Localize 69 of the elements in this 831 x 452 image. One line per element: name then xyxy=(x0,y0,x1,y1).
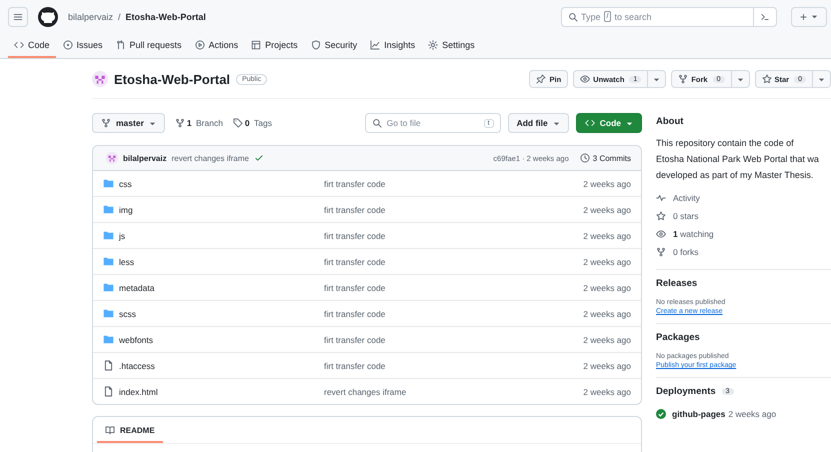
commit-time: 2 weeks ago xyxy=(583,282,631,292)
commit-message[interactable]: firt transfer code xyxy=(324,282,386,292)
stat-text: 0 forks xyxy=(673,247,699,257)
file-name[interactable]: metadata xyxy=(119,282,324,292)
commit-message[interactable]: firt transfer code xyxy=(324,204,386,214)
deployment-time: 2 weeks ago xyxy=(728,409,776,419)
search-placeholder: Type xyxy=(581,12,601,22)
stat-link[interactable]: 0 forks xyxy=(656,243,831,261)
stat-link[interactable]: Activity xyxy=(656,189,831,207)
commit-time: 2 weeks ago xyxy=(583,204,631,214)
description-line: Etosha National Park Web Portal that wa xyxy=(656,153,820,166)
commit-time: 2 weeks ago xyxy=(583,308,631,318)
repo-tab[interactable]: Settings xyxy=(422,33,481,58)
file-name[interactable]: scss xyxy=(119,308,324,318)
section-title: Deployments xyxy=(656,386,716,397)
commit-message[interactable]: firt transfer code xyxy=(324,308,386,318)
file-name[interactable]: js xyxy=(119,230,324,240)
commit-time: 2 weeks ago xyxy=(583,230,631,240)
description-line: This repository contain the code of xyxy=(656,137,795,150)
repo-tab[interactable]: Security xyxy=(304,33,364,58)
create-button[interactable]: + xyxy=(791,6,827,26)
commit-message[interactable]: revert changes iframe xyxy=(172,154,249,162)
commit-message[interactable]: firt transfer code xyxy=(324,230,386,240)
file-name[interactable]: .htaccess xyxy=(119,360,324,370)
section-title: Releases xyxy=(656,278,698,289)
commit-message[interactable]: firt transfer code xyxy=(324,334,386,344)
commit-author[interactable]: bilalpervaiz xyxy=(123,154,167,162)
deployment-link[interactable]: github-pages xyxy=(672,409,726,419)
section-title: Packages xyxy=(656,332,701,343)
branch-selector[interactable]: master xyxy=(92,113,165,133)
file-name[interactable]: img xyxy=(119,204,324,214)
stat-text: 0 stars xyxy=(673,211,699,221)
repo-tab[interactable]: Code xyxy=(8,33,56,58)
repo-name[interactable]: Etosha-Web-Portal xyxy=(114,72,230,86)
commit-time: 2 weeks ago xyxy=(583,360,631,370)
code-button[interactable]: Code xyxy=(576,113,642,133)
description-line: developed as part of my Master Thesis. xyxy=(656,169,814,182)
stat-link[interactable]: 1 watching xyxy=(656,225,831,243)
tags-link[interactable]: 0 Tags xyxy=(232,118,272,128)
repo-tab[interactable]: Insights xyxy=(364,33,422,58)
commits-link[interactable]: 3 Commits xyxy=(580,153,631,163)
file-name[interactable]: css xyxy=(119,178,324,188)
repo-tab[interactable]: Issues xyxy=(56,33,109,58)
owner-link[interactable]: bilalpervaiz xyxy=(68,12,114,22)
repo-tab[interactable]: Projects xyxy=(245,33,304,58)
commit-message[interactable]: firt transfer code xyxy=(324,256,386,266)
stat-link[interactable]: 0 stars xyxy=(656,207,831,225)
readme-tab[interactable]: README xyxy=(97,419,163,443)
commit-message[interactable]: firt transfer code xyxy=(324,360,386,370)
file-name[interactable]: less xyxy=(119,256,324,266)
section-title: About xyxy=(656,116,684,127)
path-separator: / xyxy=(118,12,121,22)
repo-link[interactable]: Etosha-Web-Portal xyxy=(126,12,206,22)
field-placeholder: Go to file xyxy=(386,118,421,128)
file-name[interactable]: webfonts xyxy=(119,334,324,344)
commit-time: 2 weeks ago xyxy=(583,334,631,344)
commit-message[interactable]: firt transfer code xyxy=(324,178,386,188)
file-name[interactable]: index.html xyxy=(119,386,324,396)
stat-text: Activity xyxy=(673,193,700,203)
branches-link[interactable]: 1 Branch xyxy=(174,118,223,128)
repo-tab[interactable]: Pull requests xyxy=(110,33,188,58)
commit-time: 2 weeks ago xyxy=(583,256,631,266)
add-file-button[interactable]: Add file xyxy=(508,113,569,133)
commit-time: 2 weeks ago xyxy=(583,178,631,188)
stat-text: 1 watching xyxy=(673,229,714,239)
search-placeholder: to search xyxy=(614,12,652,22)
commit-message[interactable]: revert changes iframe xyxy=(324,386,406,396)
repo-tab[interactable]: Actions xyxy=(188,33,244,58)
commit-time: 2 weeks ago xyxy=(583,386,631,396)
